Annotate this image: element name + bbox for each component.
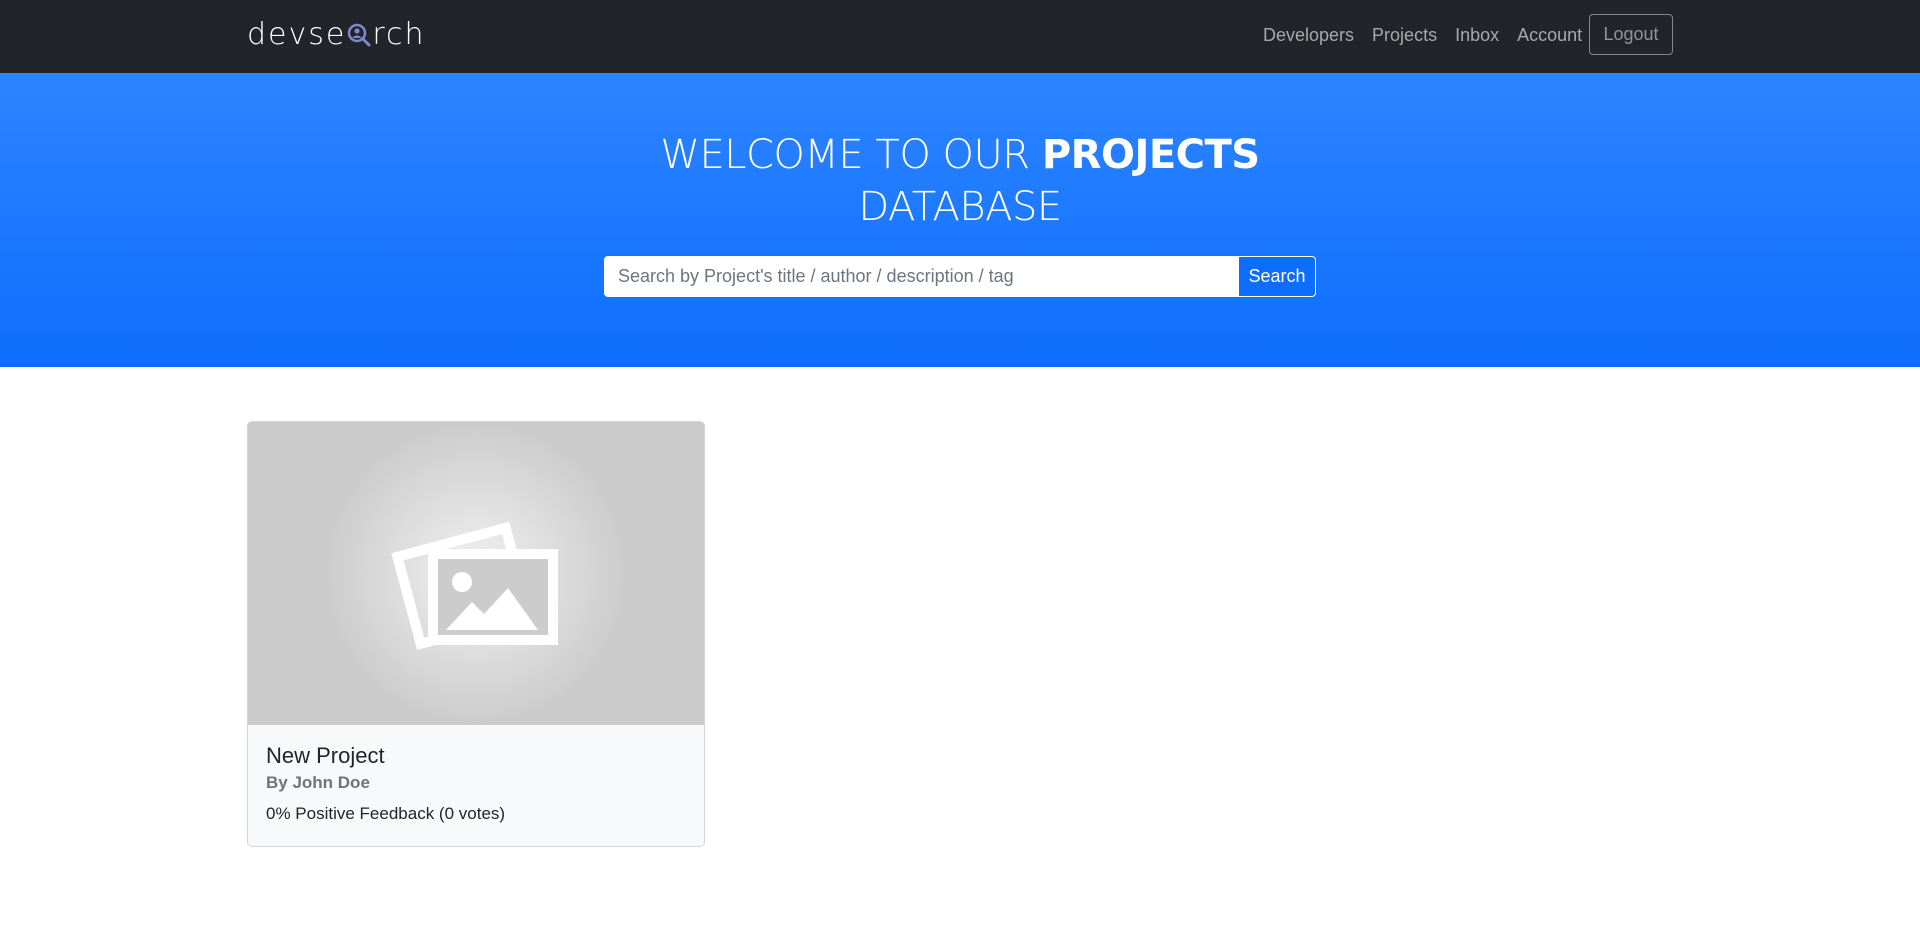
project-feedback: 0% Positive Feedback (0 votes) [266,804,506,823]
hero-title-bold: PROJECTS [1041,132,1260,178]
project-thumbnail[interactable] [248,422,704,725]
project-card-body: New Project By John Doe 0% Positive Feed… [248,725,704,846]
magnifier-person-icon [346,14,372,54]
logout-button[interactable]: Logout [1589,14,1673,55]
hero-title-line2: DATABASE [858,184,1062,230]
image-placeholder-icon [391,521,558,650]
brand-text-suffix: rch [372,16,426,52]
search-button[interactable]: Search [1238,256,1316,297]
hero-title-light: WELCOME TO OUR [660,132,1042,178]
search-input[interactable] [604,256,1238,297]
nav-link-account[interactable]: Account [1508,22,1591,48]
brand-logo[interactable]: devse rch [247,14,426,54]
project-author[interactable]: By John Doe [266,773,370,793]
project-card[interactable]: New Project By John Doe 0% Positive Feed… [247,421,705,847]
nav-link-developers[interactable]: Developers [1254,22,1363,48]
search-form: Search [604,256,1316,297]
nav-links: Developers Projects Inbox Account [1254,22,1591,48]
nav-link-inbox[interactable]: Inbox [1446,22,1508,48]
project-title[interactable]: New Project [266,743,385,769]
brand-text-prefix: devse [247,16,347,52]
hero-title: WELCOME TO OUR PROJECTS DATABASE [0,129,1920,233]
hero-section: WELCOME TO OUR PROJECTS DATABASE Search [0,73,1920,367]
top-navbar: devse rch Developers Projects Inbox Acco… [0,0,1920,73]
nav-link-projects[interactable]: Projects [1363,22,1446,48]
